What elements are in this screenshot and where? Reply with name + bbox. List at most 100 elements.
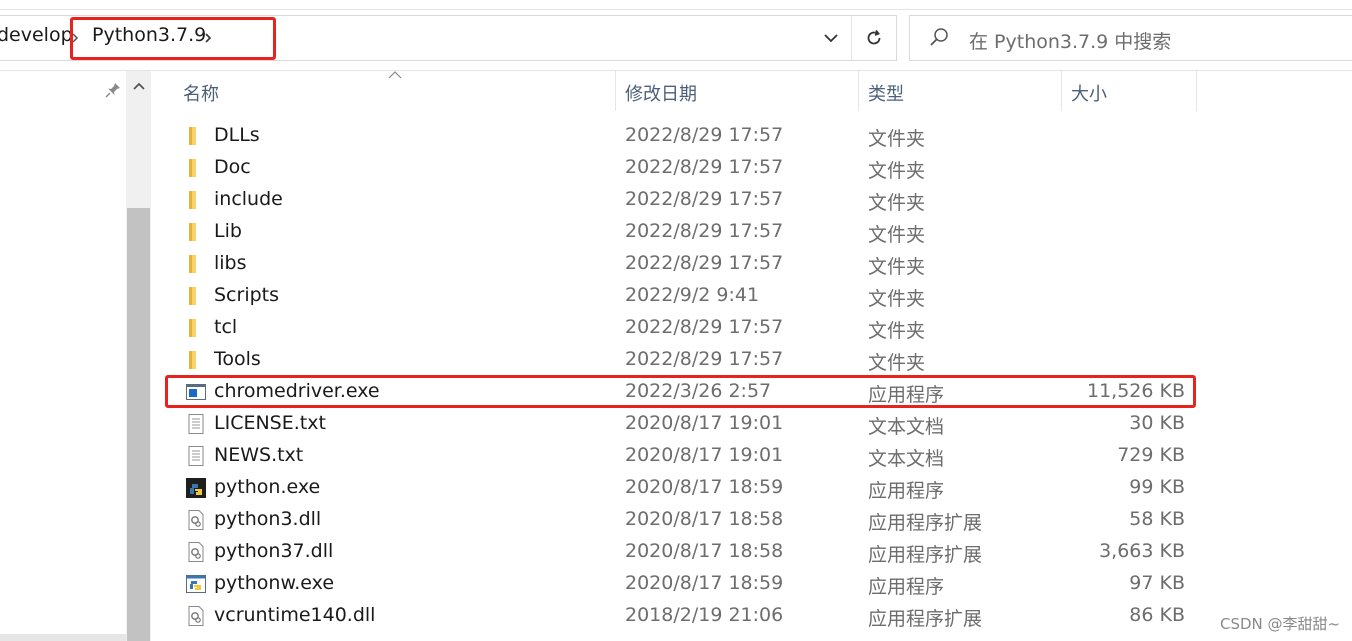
file-modified-date: 2020/8/17 19:01 — [625, 412, 784, 434]
file-modified-date: 2022/8/29 17:57 — [625, 156, 784, 178]
file-row[interactable]: Scripts 2022/9/2 9:41 文件夹 — [160, 280, 1196, 312]
column-divider[interactable] — [858, 71, 859, 111]
folder-icon — [184, 124, 208, 148]
file-type: 文件夹 — [868, 320, 926, 342]
file-name: NEWS.txt — [214, 444, 304, 466]
column-header-date[interactable]: 修改日期 — [625, 80, 697, 106]
file-row[interactable]: Tools 2022/8/29 17:57 文件夹 — [160, 344, 1196, 376]
file-type: 文件夹 — [868, 192, 926, 214]
file-row[interactable]: LICENSE.txt 2020/8/17 19:01 文本文档 30 KB — [160, 408, 1196, 440]
refresh-icon — [867, 29, 881, 45]
folder-icon — [184, 220, 208, 244]
file-name: DLLs — [214, 124, 260, 146]
file-row[interactable]: python.exe 2020/8/17 18:59 应用程序 99 KB — [160, 472, 1196, 504]
file-row[interactable]: Lib 2022/8/29 17:57 文件夹 — [160, 216, 1196, 248]
file-row[interactable]: include 2022/8/29 17:57 文件夹 — [160, 184, 1196, 216]
toolbar-divider — [0, 70, 1352, 71]
folder-icon — [184, 316, 208, 340]
file-type: 文件夹 — [868, 288, 926, 310]
file-modified-date: 2020/8/17 18:59 — [625, 572, 784, 594]
file-type: 应用程序扩展 — [868, 512, 983, 534]
file-name: Lib — [214, 220, 242, 242]
file-size: 3,663 KB — [1099, 540, 1185, 562]
column-divider[interactable] — [1061, 71, 1062, 111]
highlight-box-breadcrumb — [70, 17, 276, 60]
file-modified-date: 2022/8/29 17:57 — [625, 316, 784, 338]
window-top-border — [0, 9, 1352, 10]
column-header-size[interactable]: 大小 — [1071, 80, 1107, 106]
folder-icon — [184, 156, 208, 180]
file-type: 文本文档 — [868, 448, 945, 470]
file-row[interactable]: python3.dll 2020/8/17 18:58 应用程序扩展 58 KB — [160, 504, 1196, 536]
file-name: python3.dll — [214, 508, 322, 530]
file-row[interactable]: pythonw.exe 2020/8/17 18:59 应用程序 97 KB — [160, 568, 1196, 600]
pin-icon[interactable] — [104, 81, 122, 99]
file-type: 应用程序扩展 — [868, 544, 983, 566]
file-name: pythonw.exe — [214, 572, 335, 594]
sort-ascending-icon — [388, 71, 402, 79]
column-divider[interactable] — [615, 71, 616, 111]
file-type: 应用程序 — [868, 480, 945, 502]
breadcrumb-develop[interactable]: develop — [0, 24, 73, 46]
file-row[interactable]: NEWS.txt 2020/8/17 19:01 文本文档 729 KB — [160, 440, 1196, 472]
file-name: Doc — [214, 156, 251, 178]
file-name: LICENSE.txt — [214, 412, 326, 434]
text-file-icon — [184, 412, 208, 436]
file-type: 应用程序 — [868, 576, 945, 598]
file-row[interactable]: Doc 2022/8/29 17:57 文件夹 — [160, 152, 1196, 184]
file-name: Scripts — [214, 284, 280, 306]
navigation-pane[interactable] — [0, 71, 126, 641]
text-file-icon — [184, 444, 208, 468]
file-row[interactable]: tcl 2022/8/29 17:57 文件夹 — [160, 312, 1196, 344]
file-modified-date: 2022/8/29 17:57 — [625, 252, 784, 274]
file-size: 97 KB — [1129, 572, 1185, 594]
python-console-icon — [184, 476, 208, 500]
watermark: CSDN @李甜甜~ — [1220, 615, 1341, 633]
file-modified-date: 2020/8/17 19:01 — [625, 444, 784, 466]
file-type: 文件夹 — [868, 256, 926, 278]
file-modified-date: 2020/8/17 18:58 — [625, 540, 784, 562]
refresh-button[interactable] — [852, 16, 896, 60]
file-type: 文本文档 — [868, 416, 945, 438]
column-divider[interactable] — [1196, 71, 1197, 111]
file-type: 文件夹 — [868, 160, 926, 182]
file-row[interactable]: python37.dll 2020/8/17 18:58 应用程序扩展 3,663 K… — [160, 536, 1196, 568]
folder-icon — [184, 252, 208, 276]
python-window-icon — [184, 572, 208, 596]
file-type: 应用程序扩展 — [868, 608, 983, 630]
file-modified-date: 2020/8/17 18:58 — [625, 508, 784, 530]
file-name: vcruntime140.dll — [214, 604, 376, 626]
file-row[interactable]: DLLs 2022/8/29 17:57 文件夹 — [160, 120, 1196, 152]
file-modified-date: 2022/8/29 17:57 — [625, 348, 784, 370]
file-modified-date: 2022/8/29 17:57 — [625, 220, 784, 242]
file-modified-date: 2020/8/17 18:59 — [625, 476, 784, 498]
search-placeholder: 在 Python3.7.9 中搜索 — [969, 31, 1172, 53]
file-name: include — [214, 188, 283, 210]
column-header-name[interactable]: 名称 — [183, 80, 219, 106]
file-type: 文件夹 — [868, 224, 926, 246]
navigation-pane-bottom — [0, 634, 126, 641]
file-row[interactable]: vcruntime140.dll 2018/2/19 21:06 应用程序扩展 86 … — [160, 600, 1196, 632]
chevron-down-icon — [824, 34, 838, 43]
file-size: 30 KB — [1129, 412, 1185, 434]
folder-icon — [184, 284, 208, 308]
folder-icon — [184, 188, 208, 212]
file-name: python.exe — [214, 476, 321, 498]
file-size: 86 KB — [1129, 604, 1185, 626]
folder-icon — [184, 348, 208, 372]
dll-file-icon — [184, 540, 208, 564]
file-name: libs — [214, 252, 247, 274]
file-name: tcl — [214, 316, 238, 338]
scroll-up-arrow-icon[interactable] — [130, 78, 148, 96]
highlight-box-chromedriver — [165, 375, 1196, 408]
file-modified-date: 2022/8/29 17:57 — [625, 124, 784, 146]
address-history-dropdown[interactable] — [812, 16, 850, 60]
file-type: 文件夹 — [868, 352, 926, 374]
file-name: python37.dll — [214, 540, 334, 562]
file-size: 729 KB — [1117, 444, 1185, 466]
file-row[interactable]: libs 2022/8/29 17:57 文件夹 — [160, 248, 1196, 280]
dll-file-icon — [184, 508, 208, 532]
scrollbar-thumb[interactable] — [127, 208, 150, 641]
file-modified-date: 2018/2/19 21:06 — [625, 604, 784, 626]
column-header-type[interactable]: 类型 — [868, 80, 904, 106]
